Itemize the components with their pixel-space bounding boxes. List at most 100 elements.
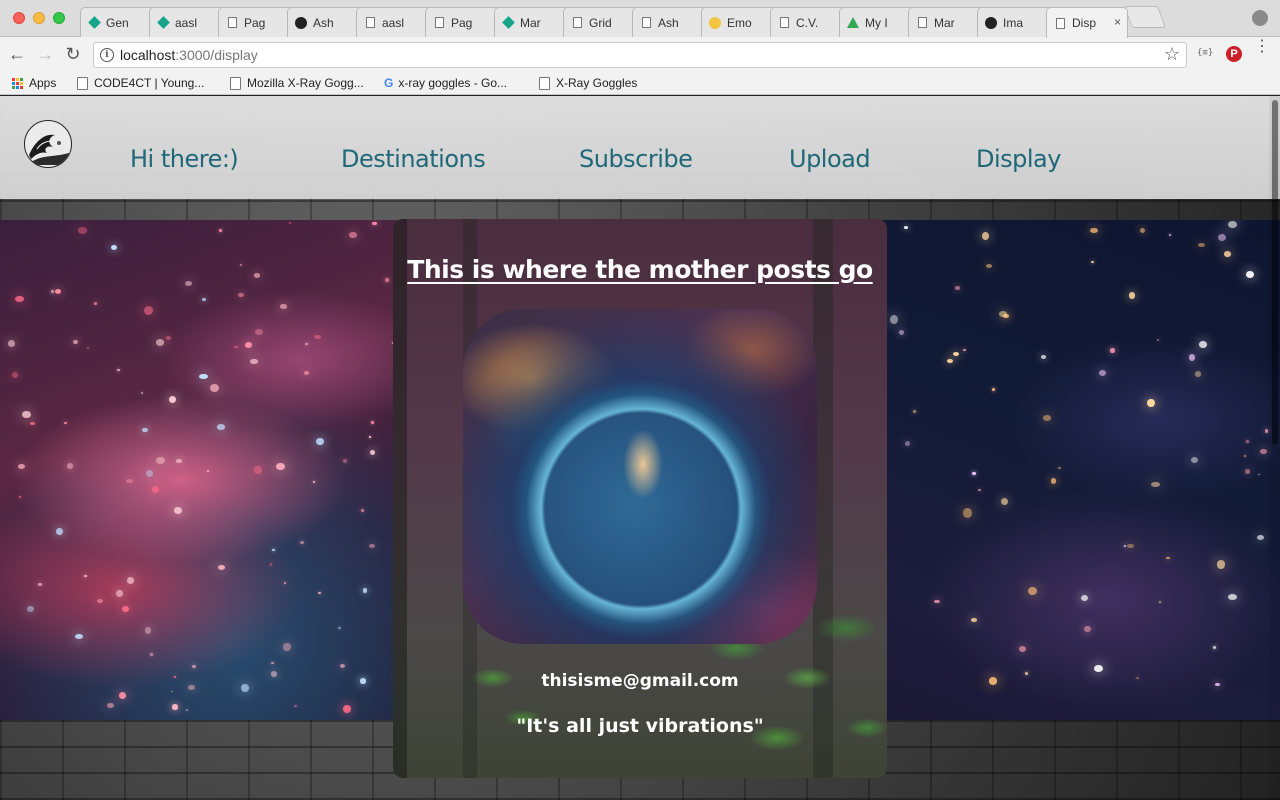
bokeh-sparkle <box>1199 341 1207 348</box>
page-scrollbar[interactable] <box>1269 96 1280 800</box>
bokeh-sparkle <box>1245 440 1249 443</box>
bokeh-sparkle <box>188 684 195 690</box>
bokeh-sparkle <box>934 599 940 604</box>
bokeh-sparkle <box>270 563 273 566</box>
bokeh-sparkle <box>38 583 43 586</box>
page-icon <box>230 76 241 90</box>
nav-link-upload[interactable]: Upload <box>789 145 871 173</box>
bokeh-sparkle <box>369 543 376 549</box>
bookmark-apps[interactable]: Apps <box>12 76 56 90</box>
bokeh-sparkle <box>304 371 310 375</box>
bokeh-sparkle <box>166 335 172 341</box>
window-minimize-button[interactable] <box>33 12 45 24</box>
bokeh-sparkle <box>254 273 261 278</box>
bookmark-item[interactable]: Mozilla X-Ray Gogg... <box>230 76 364 90</box>
back-arrow-icon[interactable]: ← <box>6 44 28 65</box>
bokeh-sparkle <box>185 709 188 711</box>
bokeh-sparkle <box>27 605 34 612</box>
nav-link-subscribe[interactable]: Subscribe <box>579 145 693 173</box>
site-info-icon[interactable]: i <box>100 48 114 62</box>
post-card: This is where the mother posts go thisis… <box>393 219 887 778</box>
profile-icon[interactable] <box>1252 10 1268 26</box>
tab-title: aasl <box>382 15 405 30</box>
bokeh-sparkle <box>1123 545 1127 547</box>
bokeh-sparkle <box>1228 593 1237 600</box>
bookmark-item[interactable]: CODE4CT | Young... <box>77 76 204 90</box>
great-wave-logo-icon[interactable] <box>24 120 72 168</box>
apps-grid-icon <box>12 77 23 89</box>
bokeh-sparkle <box>126 576 135 584</box>
bokeh-sparkle <box>150 653 153 656</box>
github-icon <box>984 16 998 30</box>
bokeh-sparkle <box>151 486 159 493</box>
scrollbar-thumb[interactable] <box>1272 100 1278 445</box>
bokeh-sparkle <box>988 677 998 685</box>
bokeh-sparkle <box>8 340 16 347</box>
google-icon: G <box>384 76 394 90</box>
post-card-title[interactable]: This is where the mother posts go <box>393 255 887 284</box>
bokeh-sparkle <box>172 704 178 710</box>
address-bar[interactable]: i localhost:3000/display ☆ <box>93 42 1187 68</box>
url-path: :3000/display <box>175 47 258 63</box>
nav-link-display[interactable]: Display <box>976 145 1061 173</box>
browser-toolbar: ← → ↻ i localhost:3000/display ☆ {≡} P ⋮ <box>0 37 1280 73</box>
bokeh-sparkle <box>1223 250 1232 257</box>
bookmark-star-icon[interactable]: ☆ <box>1164 44 1180 65</box>
page-icon <box>915 16 929 30</box>
page-icon <box>539 76 550 90</box>
bokeh-sparkle <box>1214 683 1220 687</box>
bokeh-sparkle <box>156 456 165 464</box>
bokeh-sparkle <box>239 264 243 267</box>
bokeh-sparkle <box>288 221 291 224</box>
bokeh-sparkle <box>51 290 55 293</box>
bokeh-sparkle <box>1190 456 1199 463</box>
nav-link-hi-there[interactable]: Hi there:) <box>130 145 239 173</box>
page-icon <box>1053 16 1067 30</box>
bokeh-sparkle <box>1024 672 1028 675</box>
bokeh-sparkle <box>206 470 210 473</box>
bookmark-item[interactable]: G x-ray goggles - Go... <box>384 76 507 90</box>
bokeh-sparkle <box>955 285 960 291</box>
bokeh-sparkle <box>118 692 127 699</box>
bokeh-sparkle <box>276 462 285 470</box>
bokeh-sparkle <box>985 263 992 268</box>
tab-title: Grid <box>589 15 612 30</box>
bokeh-sparkle <box>15 295 24 302</box>
bokeh-sparkle <box>369 436 372 438</box>
bokeh-sparkle <box>998 310 1008 317</box>
nebula-glow <box>623 429 663 499</box>
bokeh-sparkle <box>300 541 305 544</box>
tab-title: Pag <box>244 15 266 30</box>
bookmarks-bar: Apps CODE4CT | Young... Mozilla X-Ray Go… <box>0 73 1280 95</box>
bokeh-sparkle <box>1260 449 1267 455</box>
bokeh-sparkle <box>86 346 89 349</box>
reload-icon[interactable]: ↻ <box>62 44 84 65</box>
bokeh-sparkle <box>1080 594 1088 601</box>
bokeh-sparkle <box>210 384 219 393</box>
bokeh-sparkle <box>240 683 250 693</box>
forward-arrow-icon[interactable]: → <box>34 44 56 65</box>
bokeh-sparkle <box>972 471 976 476</box>
tab-close-icon[interactable]: × <box>1114 15 1121 29</box>
nebula-post-image <box>463 309 817 644</box>
bokeh-sparkle <box>1057 466 1061 469</box>
browser-tab[interactable]: Disp × <box>1046 7 1128 38</box>
browser-menu-icon[interactable]: ⋮ <box>1254 39 1270 55</box>
bokeh-sparkle <box>280 304 287 310</box>
bokeh-sparkle <box>1228 221 1237 228</box>
json-viewer-extension-icon[interactable]: {≡} <box>1197 48 1213 58</box>
nav-link-destinations[interactable]: Destinations <box>341 145 486 173</box>
bokeh-sparkle <box>1198 243 1206 248</box>
bokeh-sparkle <box>1040 355 1047 359</box>
bokeh-sparkle <box>174 506 182 515</box>
pinterest-extension-icon[interactable]: P <box>1226 46 1242 62</box>
post-quote: "It's all just vibrations" <box>516 715 764 737</box>
bokeh-sparkle <box>96 598 103 604</box>
bokeh-sparkle <box>1050 478 1057 484</box>
window-zoom-button[interactable] <box>53 12 65 24</box>
window-close-button[interactable] <box>13 12 25 24</box>
bookmark-item[interactable]: X-Ray Goggles <box>539 76 637 90</box>
bokeh-sparkle <box>1158 601 1162 604</box>
bokeh-sparkle <box>889 314 899 324</box>
bokeh-sparkle <box>216 424 225 430</box>
